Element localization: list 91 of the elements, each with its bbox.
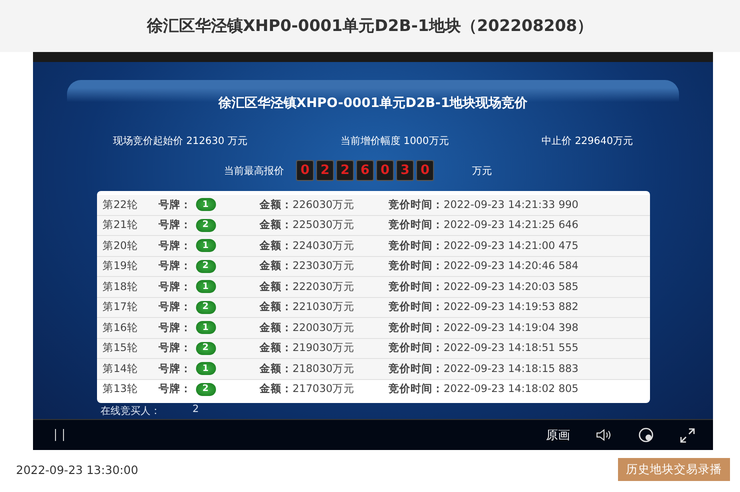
plate-label: 号牌：: [158, 218, 192, 232]
amount-cell: 221030万元: [292, 300, 355, 314]
plate-badge: 2: [196, 342, 216, 355]
price-digit: 2: [336, 160, 354, 181]
round-cell-text: 第20轮: [102, 238, 139, 253]
time-label: 竞价时间：: [388, 320, 444, 335]
plate-badge: 1: [196, 239, 216, 252]
time-cell: 2022-09-23 14:20:46 584: [444, 260, 578, 272]
time-label: 竞价时间：: [388, 300, 444, 314]
plate-label: 号牌：: [158, 341, 192, 356]
plate-label: 号牌：: [158, 362, 192, 376]
quality-button[interactable]: 原画: [546, 426, 570, 444]
auction-info: 当前增价幅度 1000万元: [340, 134, 449, 148]
plate-badge: 1: [196, 280, 216, 294]
amount-label: 金额：: [260, 362, 292, 376]
time-cell: 2022-09-23 14:19:04 398: [444, 322, 578, 334]
amount-cell: 224030万元: [292, 238, 355, 253]
round-cell-text: 第22轮: [102, 198, 139, 212]
plate-label: 号牌：: [158, 320, 192, 335]
round-cell-text: 第18轮: [102, 280, 139, 294]
amount-label: 金额：: [260, 320, 292, 335]
round-cell-text: 第21轮: [102, 218, 139, 232]
plate-badge: 2: [196, 300, 216, 314]
plate-label: 号牌：: [158, 238, 192, 253]
amount-label: 金额：: [260, 238, 292, 253]
plate-badge: 1: [196, 362, 216, 376]
auction-info: 中止价 229640万元: [542, 134, 633, 148]
time-cell: 2022-09-23 14:18:02 805: [444, 383, 578, 396]
price-digit: 6: [356, 160, 374, 181]
round-cell-text: 第15轮: [102, 341, 139, 356]
amount-cell: 217030万元: [292, 382, 355, 396]
round-cell-text: 第19轮: [102, 259, 139, 274]
amount-cell: 220030万元: [292, 320, 355, 335]
online-label: 在线竞买人：: [100, 404, 160, 418]
price-digit: 0: [416, 160, 434, 181]
price-unit: 万元: [472, 164, 492, 178]
auction-info: 现场竞价起始价 212630 万元: [113, 134, 248, 148]
plate-badge: 2: [196, 382, 216, 396]
round-cell-text: 第13轮: [102, 382, 139, 396]
price-digit: 3: [396, 160, 414, 181]
time-label: 竞价时间：: [388, 259, 444, 274]
time-cell: 2022-09-23 14:21:25 646: [444, 219, 578, 232]
time-cell: 2022-09-23 14:21:00 475: [444, 240, 578, 252]
online-count: 2: [192, 404, 199, 417]
fullscreen-icon[interactable]: [680, 428, 695, 442]
volume-icon[interactable]: [596, 428, 612, 442]
price-digit: 2: [316, 160, 334, 181]
price-digit: 0: [376, 160, 394, 181]
plate-label: 号牌：: [158, 300, 192, 314]
plate-badge: 2: [196, 260, 216, 273]
plate-badge: 2: [196, 218, 216, 232]
plate-label: 号牌：: [158, 259, 192, 274]
round-cell-text: 第14轮: [102, 362, 139, 376]
amount-cell: 225030万元: [292, 218, 355, 232]
time-label: 竞价时间：: [388, 238, 444, 253]
amount-label: 金额：: [260, 382, 292, 396]
amount-cell: 226030万元: [292, 198, 355, 212]
amount-cell: 222030万元: [292, 280, 355, 294]
amount-label: 金额：: [260, 300, 292, 314]
time-label: 竞价时间：: [388, 280, 444, 294]
plate-badge: 1: [196, 198, 216, 212]
plate-label: 号牌：: [158, 280, 192, 294]
plate-label: 号牌：: [158, 198, 192, 212]
amount-label: 金额：: [260, 218, 292, 232]
time-cell: 2022-09-23 14:18:15 883: [444, 362, 578, 375]
amount-label: 金额：: [260, 198, 292, 212]
amount-label: 金额：: [260, 259, 292, 274]
time-label: 竞价时间：: [388, 218, 444, 232]
round-cell-text: 第16轮: [102, 320, 139, 335]
time-cell: 2022-09-23 14:18:51 555: [444, 342, 578, 354]
highest-bid-label: 当前最高报价: [224, 164, 284, 178]
amount-label: 金额：: [260, 341, 292, 356]
date-text: 2022-09-23 13:30:00: [16, 462, 138, 476]
page-title: 徐汇区华泾镇XHP0-0001单元D2B-1地块（202208208）: [146, 16, 594, 36]
amount-label: 金额：: [260, 280, 292, 294]
plate-label: 号牌：: [158, 382, 192, 396]
auction-title: 徐汇区华泾镇XHPO-0001单元D2B-1地块现场竞价: [218, 94, 528, 112]
time-cell: 2022-09-23 14:19:53 882: [444, 301, 578, 314]
time-label: 竞价时间：: [388, 341, 444, 356]
time-label: 竞价时间：: [388, 362, 444, 376]
amount-cell: 223030万元: [292, 259, 355, 274]
plate-badge: 1: [196, 321, 216, 334]
time-cell: 2022-09-23 14:21:33 990: [444, 198, 578, 211]
pause-icon[interactable]: [55, 429, 64, 441]
round-cell-text: 第17轮: [102, 300, 139, 314]
time-label: 竞价时间：: [388, 198, 444, 212]
time-label: 竞价时间：: [388, 382, 444, 396]
price-digit: 0: [296, 160, 314, 181]
amount-cell: 218030万元: [292, 362, 355, 376]
amount-cell: 219030万元: [292, 341, 355, 356]
time-cell: 2022-09-23 14:20:03 585: [444, 280, 578, 293]
